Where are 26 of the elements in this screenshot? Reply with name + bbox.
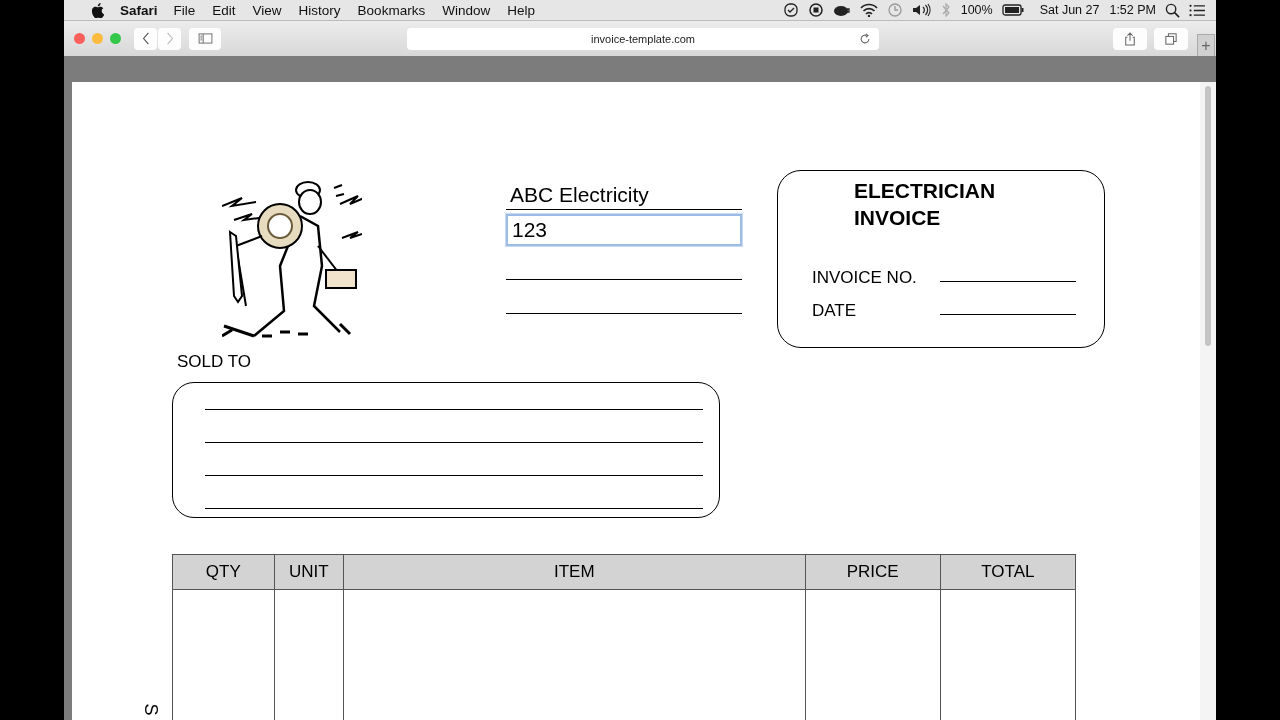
side-text: S <box>139 703 161 716</box>
invoice-title: INVOICE <box>854 205 942 231</box>
menu-item[interactable]: Help <box>507 2 535 18</box>
sold-to-label: SOLD TO <box>177 352 252 372</box>
column-header: QTY <box>172 554 275 590</box>
menu-item[interactable]: History <box>298 2 341 18</box>
input-field[interactable]: 123 <box>506 214 742 246</box>
column-header: TOTAL <box>940 554 1076 590</box>
column-header: ITEM <box>343 554 806 590</box>
app-menu[interactable]: Safari <box>120 2 158 18</box>
menu-item[interactable]: File <box>173 2 196 18</box>
battery-percent: 100% <box>960 3 993 17</box>
column-header: PRICE <box>805 554 941 590</box>
menu-item[interactable]: Bookmarks <box>357 2 426 18</box>
invoice-title: ELECTRICIAN <box>854 178 997 204</box>
time-text[interactable]: 1:52 PM <box>1109 3 1156 17</box>
address-field[interactable]: invoice-template.com <box>407 27 879 50</box>
new-tab-button[interactable]: + <box>1197 34 1215 56</box>
field-label: DATE <box>812 301 857 321</box>
input-field[interactable]: ABC Electricity <box>506 180 742 210</box>
menu-item[interactable]: Edit <box>212 2 236 18</box>
field-label: INVOICE NO. <box>812 268 917 288</box>
menu-item[interactable]: Window <box>442 2 491 18</box>
menu-item[interactable]: View <box>252 2 282 18</box>
column-header: UNIT <box>274 554 344 590</box>
date-text[interactable]: Sat Jun 27 <box>1039 3 1100 17</box>
